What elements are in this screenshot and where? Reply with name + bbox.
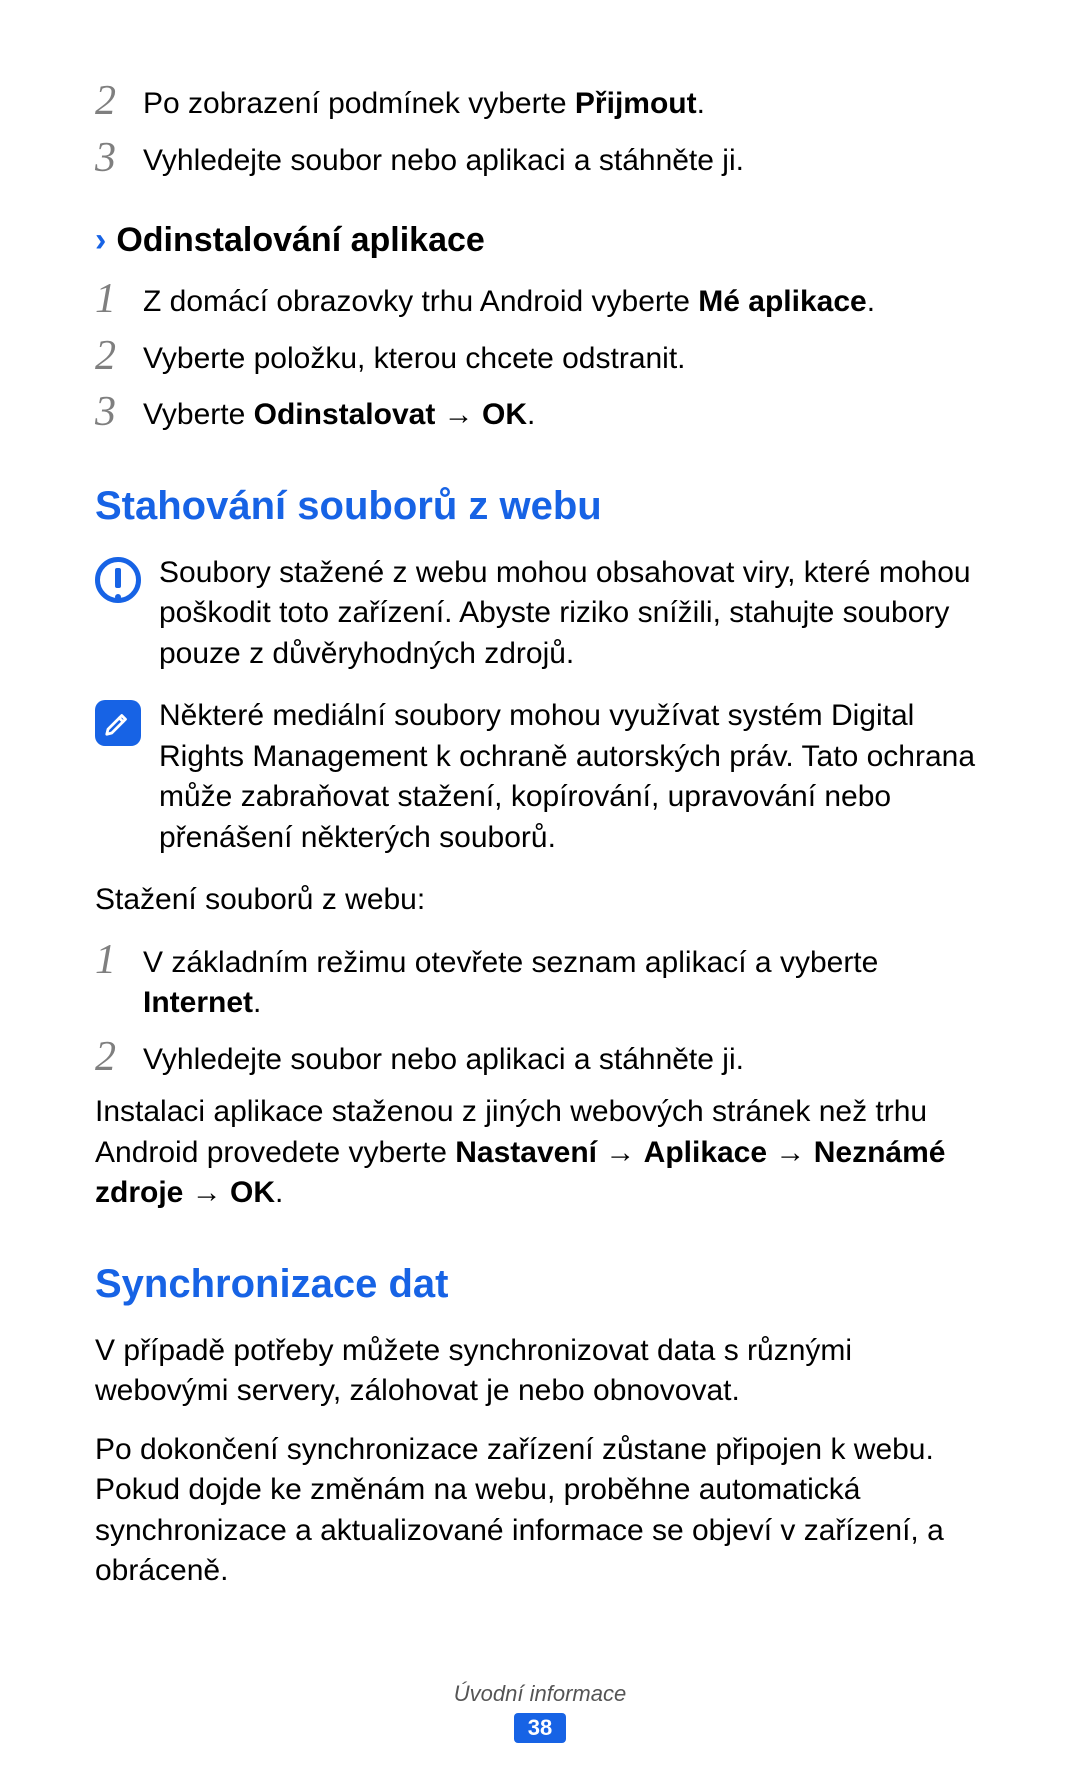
intro-text: Stažení souborů z webu: [95, 880, 985, 921]
heading-sync: Synchronizace dat [95, 1262, 985, 1307]
install-paragraph: Instalaci aplikace staženou z jiných web… [95, 1092, 985, 1214]
note-callout: Některé mediální soubory mohou využívat … [95, 696, 985, 858]
footer-section-label: Úvodní informace [0, 1681, 1080, 1707]
step-text: Vyberte Odinstalovat → OK. [143, 391, 535, 436]
uninstall-step: 2Vyberte položku, kterou chcete odstrani… [95, 335, 985, 380]
note-icon [95, 700, 141, 746]
step-number: 3 [95, 391, 143, 433]
chevron-icon: › [95, 221, 106, 260]
download-step: 2Vyhledejte soubor nebo aplikaci a stáhn… [95, 1036, 985, 1081]
top-step: 3Vyhledejte soubor nebo aplikaci a stáhn… [95, 137, 985, 182]
uninstall-step: 3Vyberte Odinstalovat → OK. [95, 391, 985, 436]
step-list-top: 2Po zobrazení podmínek vyberte Přijmout.… [95, 80, 985, 181]
warning-callout: Soubory stažené z webu mohou obsahovat v… [95, 553, 985, 675]
download-step: 1V základním režimu otevřete seznam apli… [95, 939, 985, 1024]
page-footer: Úvodní informace 38 [0, 1681, 1080, 1743]
step-number: 2 [95, 335, 143, 377]
document-page: 2Po zobrazení podmínek vyberte Přijmout.… [0, 0, 1080, 1771]
step-number: 2 [95, 80, 143, 122]
step-text: V základním režimu otevřete seznam aplik… [143, 939, 985, 1024]
warning-text: Soubory stažené z webu mohou obsahovat v… [159, 553, 985, 675]
step-number: 2 [95, 1036, 143, 1078]
sync-paragraph-2: Po dokončení synchronizace zařízení zůst… [95, 1430, 985, 1592]
uninstall-step: 1Z domácí obrazovky trhu Android vyberte… [95, 278, 985, 323]
note-text: Některé mediální soubory mohou využívat … [159, 696, 985, 858]
step-text: Z domácí obrazovky trhu Android vyberte … [143, 278, 875, 323]
step-list-download: 1V základním režimu otevřete seznam apli… [95, 939, 985, 1081]
warning-icon [95, 557, 141, 603]
subheading-uninstall: › Odinstalování aplikace [95, 221, 985, 260]
sync-paragraph-1: V případě potřeby můžete synchronizovat … [95, 1331, 985, 1412]
page-number-badge: 38 [514, 1713, 566, 1743]
step-number: 3 [95, 137, 143, 179]
step-text: Po zobrazení podmínek vyberte Přijmout. [143, 80, 705, 125]
subheading-title: Odinstalování aplikace [116, 221, 484, 260]
step-number: 1 [95, 939, 143, 981]
step-text: Vyhledejte soubor nebo aplikaci a stáhně… [143, 137, 744, 182]
heading-download: Stahování souborů z webu [95, 484, 985, 529]
step-number: 1 [95, 278, 143, 320]
top-step: 2Po zobrazení podmínek vyberte Přijmout. [95, 80, 985, 125]
step-text: Vyhledejte soubor nebo aplikaci a stáhně… [143, 1036, 744, 1081]
step-list-uninstall: 1Z domácí obrazovky trhu Android vyberte… [95, 278, 985, 436]
step-text: Vyberte položku, kterou chcete odstranit… [143, 335, 686, 380]
